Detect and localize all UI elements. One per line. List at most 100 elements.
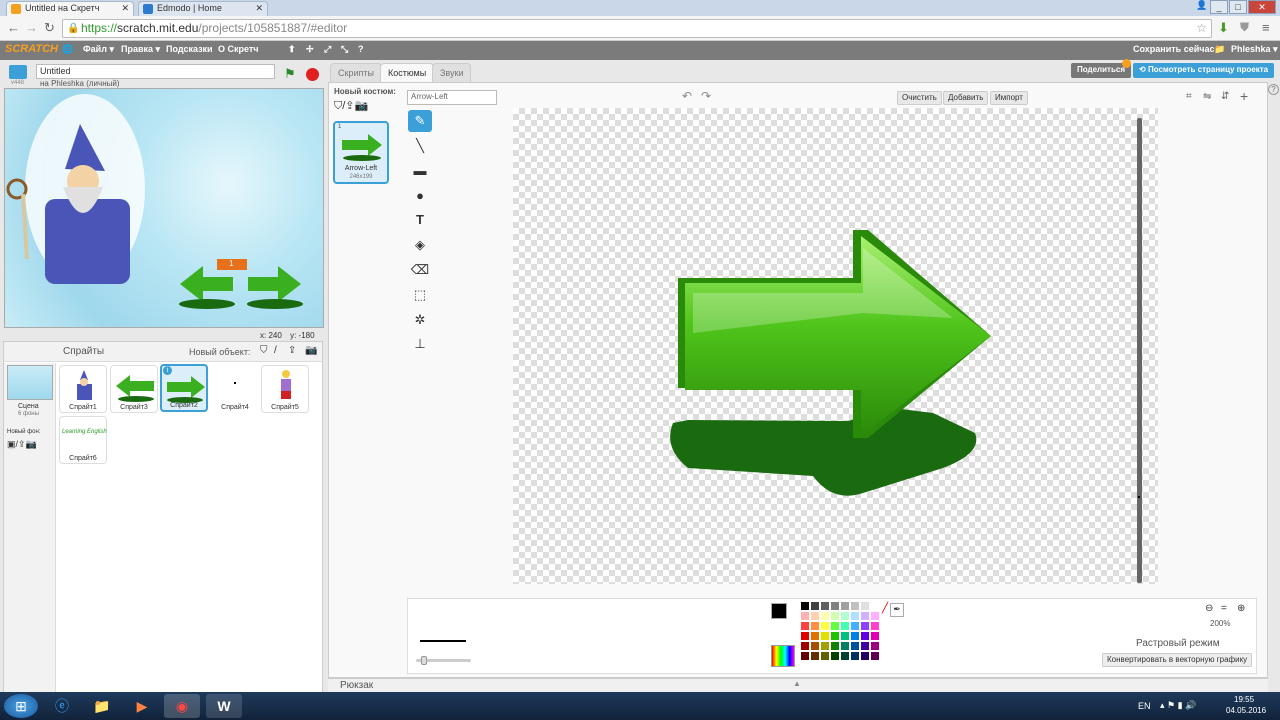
color-swatch[interactable]: [871, 632, 879, 640]
menu-file[interactable]: Файл ▾: [83, 44, 114, 55]
color-swatch[interactable]: [851, 652, 859, 660]
duplicate-icon[interactable]: ⬆: [288, 44, 296, 55]
costume-tile-selected[interactable]: 1 Arrow-Left 246x199: [333, 121, 389, 184]
menu-tips[interactable]: Подсказки: [166, 44, 213, 54]
grow-icon[interactable]: ⤢: [324, 44, 331, 55]
canvas-scrollbar[interactable]: [1137, 118, 1142, 583]
help-icon[interactable]: ?: [1268, 84, 1279, 95]
color-swatch[interactable]: [811, 632, 819, 640]
new-costume-icons[interactable]: ⛉/⇪📷: [334, 99, 368, 113]
start-button[interactable]: ⊞: [4, 694, 38, 718]
color-swatch[interactable]: [851, 622, 859, 630]
brush-icon[interactable]: ✎: [408, 110, 432, 132]
color-swatch[interactable]: [811, 622, 819, 630]
chrome-icon[interactable]: ◉: [164, 694, 200, 718]
menu-icon[interactable]: ≡: [1262, 20, 1270, 35]
color-swatch[interactable]: [861, 632, 869, 640]
maximize-button[interactable]: □: [1229, 0, 1247, 14]
input-language[interactable]: EN: [1138, 701, 1151, 711]
sprite-tile[interactable]: Спрайт1: [59, 365, 107, 413]
color-swatch[interactable]: [851, 602, 859, 610]
convert-to-vector-button[interactable]: Конвертировать в векторную графику: [1102, 653, 1253, 667]
color-swatch[interactable]: [821, 642, 829, 650]
crop-icon[interactable]: ⌗: [1186, 91, 1192, 102]
color-swatch[interactable]: [861, 622, 869, 630]
globe-icon[interactable]: 🌐: [62, 44, 73, 55]
select-icon[interactable]: ⬚: [408, 284, 432, 306]
user-folder-icon[interactable]: 📁: [1214, 44, 1225, 55]
user-menu[interactable]: Phleshka ▾: [1231, 44, 1278, 55]
color-swatch[interactable]: [821, 652, 829, 660]
color-swatch[interactable]: [831, 652, 839, 660]
color-swatch[interactable]: [861, 612, 869, 620]
clock-time[interactable]: 19:55: [1234, 695, 1254, 704]
shrink-icon[interactable]: ⤡: [341, 44, 348, 55]
close-icon[interactable]: ✕: [255, 3, 263, 14]
rectangle-icon[interactable]: ▬: [408, 160, 432, 182]
cut-icon[interactable]: ✢: [306, 44, 314, 55]
sprite-tile[interactable]: Спрайт4: [211, 365, 259, 413]
color-swatch[interactable]: [811, 602, 819, 610]
color-swatch[interactable]: [871, 622, 879, 630]
import-button[interactable]: Импорт: [990, 91, 1028, 105]
zoom-reset-icon[interactable]: =: [1221, 603, 1227, 614]
color-swatch[interactable]: [841, 632, 849, 640]
color-swatch[interactable]: [871, 602, 879, 610]
color-swatch[interactable]: [801, 632, 809, 640]
ellipse-icon[interactable]: ●: [408, 185, 432, 207]
stage[interactable]: 1: [4, 88, 324, 328]
shield-icon[interactable]: ⛊: [1240, 20, 1249, 35]
word-icon[interactable]: W: [206, 694, 242, 718]
color-swatch[interactable]: [831, 602, 839, 610]
redo-icon[interactable]: ↷: [701, 89, 711, 103]
flip-vertical-icon[interactable]: ⇵: [1221, 91, 1229, 102]
color-swatch[interactable]: [851, 612, 859, 620]
tab-costumes[interactable]: Костюмы: [380, 63, 435, 82]
help-icon[interactable]: ?: [358, 44, 364, 54]
wizard-sprite[interactable]: [6, 94, 145, 284]
stop-icon[interactable]: [306, 68, 319, 81]
color-swatch[interactable]: [841, 612, 849, 620]
color-swatch[interactable]: [831, 642, 839, 650]
color-swatch[interactable]: [861, 602, 869, 610]
color-swatch[interactable]: [801, 612, 809, 620]
save-now-link[interactable]: Сохранить сейчас: [1133, 44, 1214, 54]
see-project-page-button[interactable]: ⟲ Посмотреть страницу проекта: [1133, 63, 1275, 78]
color-swatch[interactable]: [841, 622, 849, 630]
tab-scripts[interactable]: Скрипты: [330, 63, 382, 82]
color-swatch[interactable]: [871, 642, 879, 650]
user-profile-icon[interactable]: 👤: [1196, 0, 1207, 14]
color-swatch[interactable]: [841, 642, 849, 650]
media-player-icon[interactable]: ▶: [124, 694, 160, 718]
explorer-icon[interactable]: 📁: [84, 694, 120, 718]
color-swatch[interactable]: [811, 642, 819, 650]
browser-tab-scratch[interactable]: Untitled на Скретч ✕: [6, 1, 134, 16]
tab-sounds[interactable]: Звуки: [432, 63, 472, 82]
bookmark-star-icon[interactable]: ☆: [1196, 20, 1207, 37]
back-icon[interactable]: ←: [7, 20, 20, 35]
backpack-bar[interactable]: Рюкзак ▲: [328, 678, 1268, 692]
eraser-icon[interactable]: ⌫: [408, 259, 432, 281]
clear-button[interactable]: Очистить: [897, 91, 942, 105]
color-swatch[interactable]: [811, 652, 819, 660]
stroke-width-slider[interactable]: [416, 656, 471, 665]
line-icon[interactable]: ╲: [408, 135, 432, 157]
zoom-out-icon[interactable]: ⊖: [1205, 603, 1213, 614]
scratch-logo[interactable]: SCRATCH: [5, 43, 58, 55]
stage-arrow-right[interactable]: [247, 266, 303, 309]
project-title-input[interactable]: Untitled: [36, 64, 275, 79]
close-icon[interactable]: ✕: [121, 3, 129, 14]
color-swatch[interactable]: [811, 612, 819, 620]
color-swatch[interactable]: [851, 632, 859, 640]
flip-horizontal-icon[interactable]: ⇋: [1203, 91, 1211, 102]
window-close-button[interactable]: ✕: [1248, 0, 1276, 14]
color-swatch[interactable]: [861, 642, 869, 650]
wand-icon[interactable]: ✲: [408, 309, 432, 331]
fill-icon[interactable]: ◈: [408, 234, 432, 256]
color-swatch[interactable]: [871, 652, 879, 660]
choose-sprite-icon[interactable]: ⛉: [260, 345, 268, 356]
zoom-in-icon[interactable]: ⊕: [1237, 603, 1245, 614]
camera-icon[interactable]: 📷: [305, 345, 317, 356]
color-swatch[interactable]: [821, 622, 829, 630]
color-swatch[interactable]: [831, 632, 839, 640]
